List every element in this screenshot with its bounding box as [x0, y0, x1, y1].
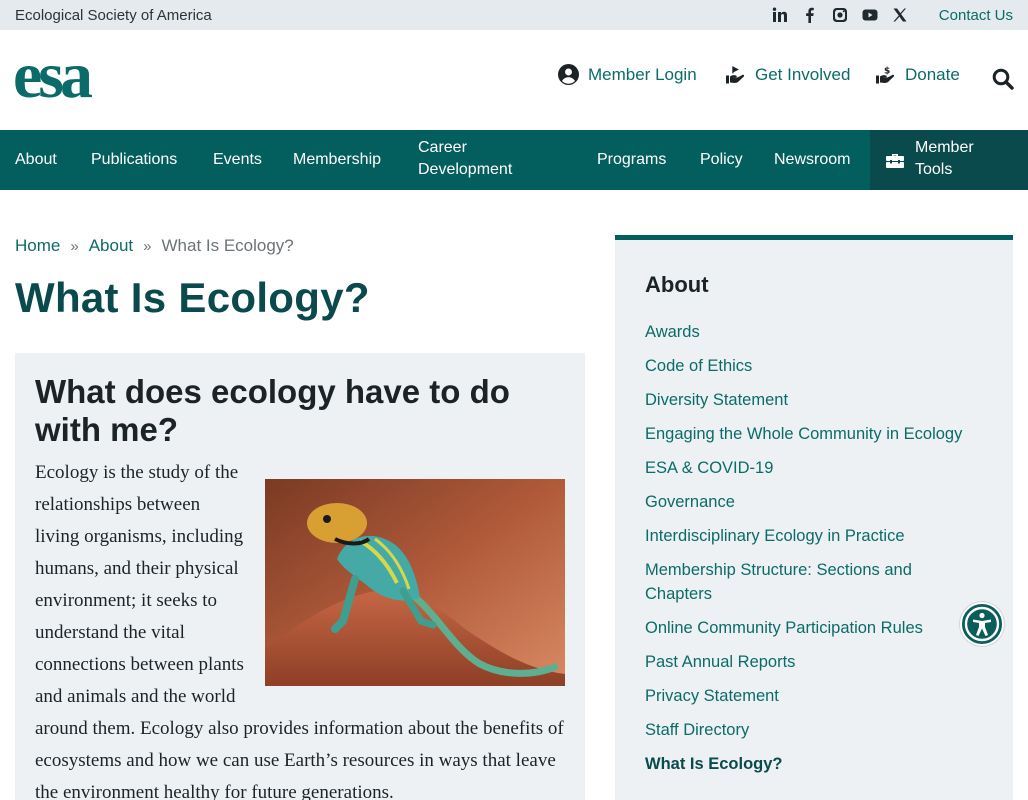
donate-label: Donate [905, 64, 960, 84]
member-login-label: Member Login [588, 64, 697, 84]
member-tools-line2: Tools [915, 161, 953, 178]
sidebar-item-staff-directory[interactable]: Staff Directory [645, 718, 975, 742]
site-header: esa Member Login Get Involved $ Donate [0, 30, 1028, 130]
instagram-icon[interactable] [832, 7, 848, 23]
svg-text:$: $ [884, 67, 890, 77]
sidebar-item-what-is-ecology[interactable]: What Is Ecology? [645, 752, 975, 776]
intro-paragraph: Ecology is the study of the relationship… [35, 462, 244, 707]
youtube-icon[interactable] [862, 7, 878, 23]
sidebar-item-privacy[interactable]: Privacy Statement [645, 684, 975, 708]
donate-link[interactable]: $ Donate [874, 64, 960, 85]
sidebar-item-engaging-community[interactable]: Engaging the Whole Community in Ecology [645, 422, 975, 446]
facebook-icon[interactable] [802, 7, 818, 23]
hand-icon [726, 66, 745, 84]
member-tools-line1: Member [915, 139, 974, 156]
nav-item-about[interactable]: About [15, 149, 57, 171]
x-icon[interactable] [892, 7, 908, 23]
sidebar-item-membership-structure[interactable]: Membership Structure: Sections and Chapt… [645, 558, 975, 606]
sidebar-item-participation-rules[interactable]: Online Community Participation Rules [645, 616, 975, 640]
nav-item-career-development[interactable]: Career Development [418, 137, 512, 181]
lizard-photo [265, 479, 565, 686]
donate-hand-icon: $ [876, 67, 895, 84]
sidebar-title: About [645, 272, 709, 297]
contact-us-link[interactable]: Contact Us [939, 7, 1013, 24]
linkedin-icon[interactable] [772, 7, 788, 23]
breadcrumb-separator: » [70, 237, 79, 255]
breadcrumb-home[interactable]: Home [15, 236, 60, 256]
sidebar-item-governance[interactable]: Governance [645, 490, 975, 514]
sidebar-item-awards[interactable]: Awards [645, 320, 975, 344]
svg-text:esa: esa [15, 50, 92, 106]
member-login-link[interactable]: Member Login [558, 64, 697, 85]
sidebar-item-diversity-statement[interactable]: Diversity Statement [645, 388, 975, 412]
org-name: Ecological Society of America [15, 7, 212, 24]
nav-item-membership[interactable]: Membership [293, 149, 381, 171]
member-tools-label: Member Tools [915, 137, 974, 181]
breadcrumb-current: What Is Ecology? [161, 236, 294, 255]
get-involved-link[interactable]: Get Involved [724, 64, 850, 85]
sidebar-item-annual-reports[interactable]: Past Annual Reports [645, 650, 975, 674]
sidebar-list: Awards Code of Ethics Diversity Statemen… [645, 320, 975, 786]
get-involved-label: Get Involved [755, 64, 851, 84]
search-icon[interactable] [992, 68, 1014, 90]
esa-logo[interactable]: esa [15, 50, 137, 106]
sidebar-item-covid[interactable]: ESA & COVID-19 [645, 456, 975, 480]
nav-item-programs[interactable]: Programs [597, 149, 666, 171]
content-card: What does ecology have to do with me? Ec… [15, 353, 585, 800]
toolbox-icon [886, 154, 904, 168]
user-circle-icon [558, 64, 579, 85]
member-tools-button[interactable]: Member Tools [870, 130, 1028, 190]
intro-paragraph-continued: around them. Ecology also provides infor… [35, 718, 564, 800]
breadcrumb: Home » About » What Is Ecology? [15, 236, 294, 256]
nav-item-publications[interactable]: Publications [91, 149, 177, 171]
nav-career-line2: Development [418, 161, 513, 178]
page-title: What Is Ecology? [15, 274, 370, 321]
sidebar-item-interdisciplinary[interactable]: Interdisciplinary Ecology in Practice [645, 524, 975, 548]
nav-item-newsroom[interactable]: Newsroom [774, 149, 850, 171]
nav-item-events[interactable]: Events [213, 149, 262, 171]
breadcrumb-about[interactable]: About [89, 236, 133, 256]
nav-item-policy[interactable]: Policy [700, 149, 743, 171]
breadcrumb-separator: » [143, 237, 152, 255]
sidebar-item-code-of-ethics[interactable]: Code of Ethics [645, 354, 975, 378]
nav-career-line1: Career [418, 139, 467, 156]
accessibility-icon[interactable] [960, 602, 1004, 646]
card-heading: What does ecology have to do with me? [35, 373, 510, 448]
about-sidebar: About Awards Code of Ethics Diversity St… [615, 235, 1013, 800]
utility-bar: Ecological Society of America Contact Us [0, 0, 1028, 30]
main-nav: About Publications Events Membership Car… [0, 130, 1028, 190]
